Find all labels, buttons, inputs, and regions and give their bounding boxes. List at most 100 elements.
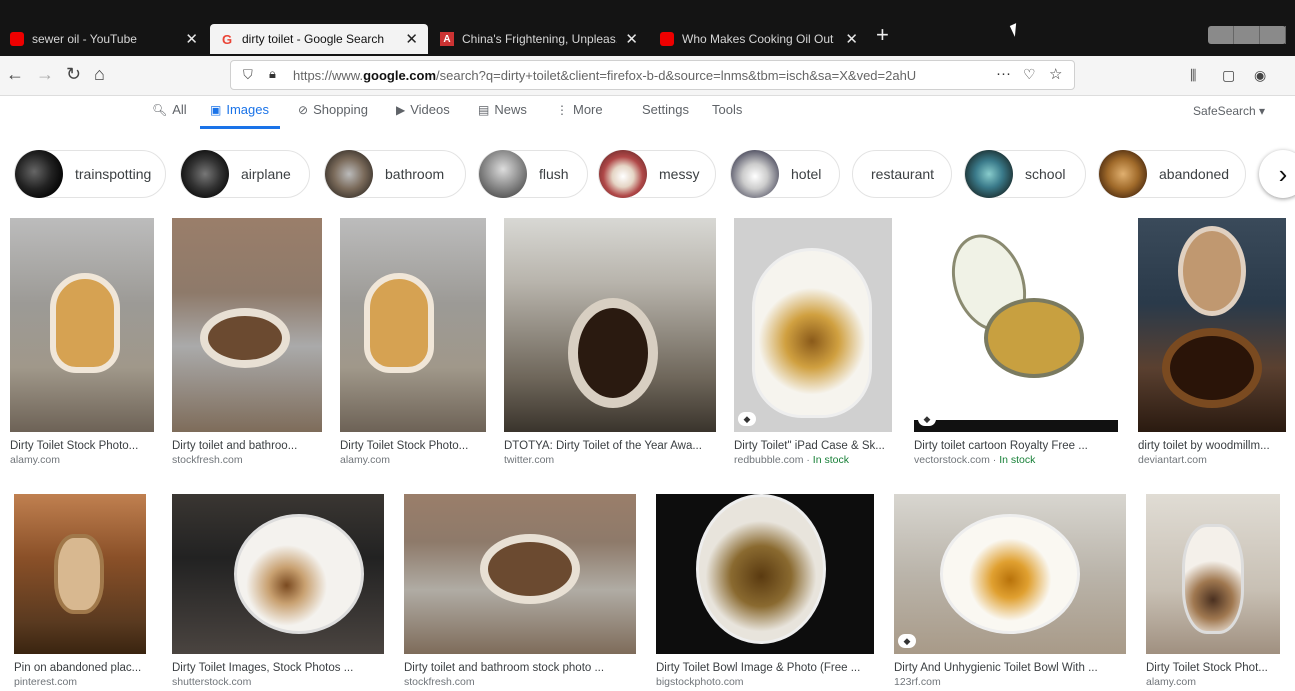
tab-china-article[interactable]: A China's Frightening, Unpleas... ✕ [430, 24, 648, 54]
chip-messy[interactable]: messy [598, 150, 716, 198]
chip-trainspotting[interactable]: trainspotting [14, 150, 166, 198]
window-controls[interactable] [1208, 26, 1286, 44]
tools-link[interactable]: Tools [712, 102, 742, 117]
result-thumbnail[interactable] [14, 494, 146, 654]
result-caption[interactable]: DTOTYA: Dirty Toilet of the Year Awa... [504, 440, 716, 452]
tab-youtube-sewer-oil[interactable]: sewer oil - YouTube ✕ [0, 24, 208, 54]
home-icon[interactable]: ⌂ [94, 64, 105, 85]
result-thumbnail[interactable] [1138, 218, 1286, 432]
result-source: alamy.com [1146, 676, 1196, 688]
tracking-shield-icon[interactable]: ⛉ [243, 67, 253, 83]
close-tab-icon[interactable]: ✕ [625, 30, 638, 48]
forward-icon[interactable]: → [36, 64, 54, 85]
result-thumbnail[interactable] [404, 494, 636, 654]
result-thumbnail[interactable]: ◆ [914, 218, 1118, 432]
image-result[interactable]: ◆ Dirty toilet cartoon Royalty Free ... … [914, 218, 1118, 466]
reload-icon[interactable]: ↻ [66, 64, 81, 85]
result-caption[interactable]: Dirty toilet and bathroo... [172, 440, 322, 452]
account-icon[interactable]: ◉ [1254, 67, 1266, 84]
result-caption[interactable]: Dirty And Unhygienic Toilet Bowl With ..… [894, 662, 1126, 674]
result-caption[interactable]: Dirty toilet cartoon Royalty Free ... [914, 440, 1118, 452]
image-result[interactable]: Dirty Toilet Stock Photo... alamy.com [340, 218, 486, 466]
tag-icon: ◆ [898, 634, 916, 648]
library-icon[interactable]: ⫼ [1190, 67, 1196, 84]
image-result[interactable]: DTOTYA: Dirty Toilet of the Year Awa... … [504, 218, 716, 466]
chip-thumbnail [599, 150, 647, 198]
result-caption[interactable]: Dirty Toilet Images, Stock Photos ... [172, 662, 384, 674]
result-source: stockfresh.com [172, 454, 243, 466]
tab-more[interactable]: ⋮ More [556, 102, 603, 117]
tag-icon: ◆ [918, 412, 936, 426]
settings-link[interactable]: Settings [642, 102, 689, 117]
result-thumbnail[interactable]: ◆ [894, 494, 1126, 654]
chips-next-arrow-icon[interactable]: › [1259, 150, 1295, 198]
image-result[interactable]: Dirty Toilet Images, Stock Photos ... sh… [172, 494, 384, 688]
image-result[interactable]: ◆ Dirty Toilet" iPad Case & Sk... redbub… [734, 218, 892, 466]
result-thumbnail[interactable] [656, 494, 874, 654]
sidebar-icon[interactable]: ▢ [1222, 67, 1235, 84]
close-tab-icon[interactable]: ✕ [405, 30, 418, 48]
result-source: deviantart.com [1138, 454, 1207, 466]
image-result[interactable]: ◆ Dirty And Unhygienic Toilet Bowl With … [894, 494, 1126, 688]
safesearch-toggle[interactable]: SafeSearch ▾ [1193, 104, 1265, 118]
chip-hotel[interactable]: hotel [730, 150, 840, 198]
result-source: twitter.com [504, 454, 555, 466]
result-thumbnail[interactable] [172, 218, 322, 432]
chip-bathroom[interactable]: bathroom [324, 150, 466, 198]
result-caption[interactable]: Dirty Toilet Stock Photo... [340, 440, 486, 452]
tab-title: sewer oil - YouTube [32, 32, 137, 46]
result-caption[interactable]: dirty toilet by woodmillm... [1138, 440, 1286, 452]
page-actions-menu-icon[interactable]: ··· [996, 65, 1011, 82]
result-source: 123rf.com [894, 676, 941, 688]
tab-title: China's Frightening, Unpleas... [462, 32, 618, 46]
result-thumbnail[interactable] [172, 494, 384, 654]
google-icon: G [221, 31, 233, 47]
tab-videos[interactable]: ▶ Videos [396, 102, 450, 117]
close-tab-icon[interactable]: ✕ [845, 30, 858, 48]
image-result[interactable]: Pin on abandoned plac... pinterest.com [14, 494, 146, 688]
result-thumbnail[interactable] [504, 218, 716, 432]
chip-restaurant[interactable]: restaurant [852, 150, 952, 198]
image-result[interactable]: dirty toilet by woodmillm... deviantart.… [1138, 218, 1286, 466]
tab-all[interactable]: 🔍︎ All [152, 102, 187, 117]
result-caption[interactable]: Dirty Toilet Stock Phot... [1146, 662, 1280, 674]
chip-thumbnail [731, 150, 779, 198]
tab-google-search[interactable]: G dirty toilet - Google Search ✕ [210, 24, 428, 54]
result-thumbnail[interactable] [340, 218, 486, 432]
pocket-icon[interactable]: ♡ [1023, 66, 1036, 83]
chip-abandoned[interactable]: abandoned [1098, 150, 1246, 198]
chip-thumbnail [1099, 150, 1147, 198]
mouse-cursor-icon [1009, 23, 1022, 37]
result-caption[interactable]: Dirty Toilet Stock Photo... [10, 440, 154, 452]
image-result[interactable]: Dirty Toilet Stock Phot... alamy.com [1146, 494, 1280, 688]
navigation-bar: ← → ↻ ⌂ ⛉ 🔒︎ https://www.google.com/sear… [0, 56, 1295, 96]
news-icon: ▤ [478, 102, 490, 117]
address-bar[interactable]: ⛉ 🔒︎ https://www.google.com/search?q=dir… [230, 60, 1075, 90]
tab-news[interactable]: ▤ News [478, 102, 527, 117]
image-result[interactable]: Dirty Toilet Stock Photo... alamy.com [10, 218, 154, 466]
url-text[interactable]: https://www.google.com/search?q=dirty+to… [293, 68, 983, 83]
new-tab-button[interactable]: + [876, 22, 889, 48]
bookmark-star-icon[interactable]: ☆ [1049, 65, 1062, 83]
result-thumbnail[interactable] [10, 218, 154, 432]
chip-school[interactable]: school [964, 150, 1086, 198]
chip-flush[interactable]: flush [478, 150, 588, 198]
image-result[interactable]: Dirty Toilet Bowl Image & Photo (Free ..… [656, 494, 874, 688]
lock-icon[interactable]: 🔒︎ [269, 66, 276, 82]
result-caption[interactable]: Dirty Toilet" iPad Case & Sk... [734, 440, 892, 452]
back-icon[interactable]: ← [6, 64, 24, 85]
result-caption[interactable]: Pin on abandoned plac... [14, 662, 146, 674]
image-result[interactable]: Dirty toilet and bathroo... stockfresh.c… [172, 218, 322, 466]
close-tab-icon[interactable]: ✕ [185, 30, 198, 48]
tab-title: Who Makes Cooking Oil Out [682, 32, 834, 46]
image-result[interactable]: Dirty toilet and bathroom stock photo ..… [404, 494, 636, 688]
tab-shopping[interactable]: ⊘ Shopping [298, 102, 368, 117]
result-caption[interactable]: Dirty Toilet Bowl Image & Photo (Free ..… [656, 662, 874, 674]
result-thumbnail[interactable]: ◆ [734, 218, 892, 432]
tab-images[interactable]: ▣ Images [210, 102, 269, 117]
result-caption[interactable]: Dirty toilet and bathroom stock photo ..… [404, 662, 636, 674]
chip-thumbnail [15, 150, 63, 198]
tab-youtube-cooking-oil[interactable]: Who Makes Cooking Oil Out ✕ [650, 24, 868, 54]
chip-airplane[interactable]: airplane [180, 150, 310, 198]
result-thumbnail[interactable] [1146, 494, 1280, 654]
